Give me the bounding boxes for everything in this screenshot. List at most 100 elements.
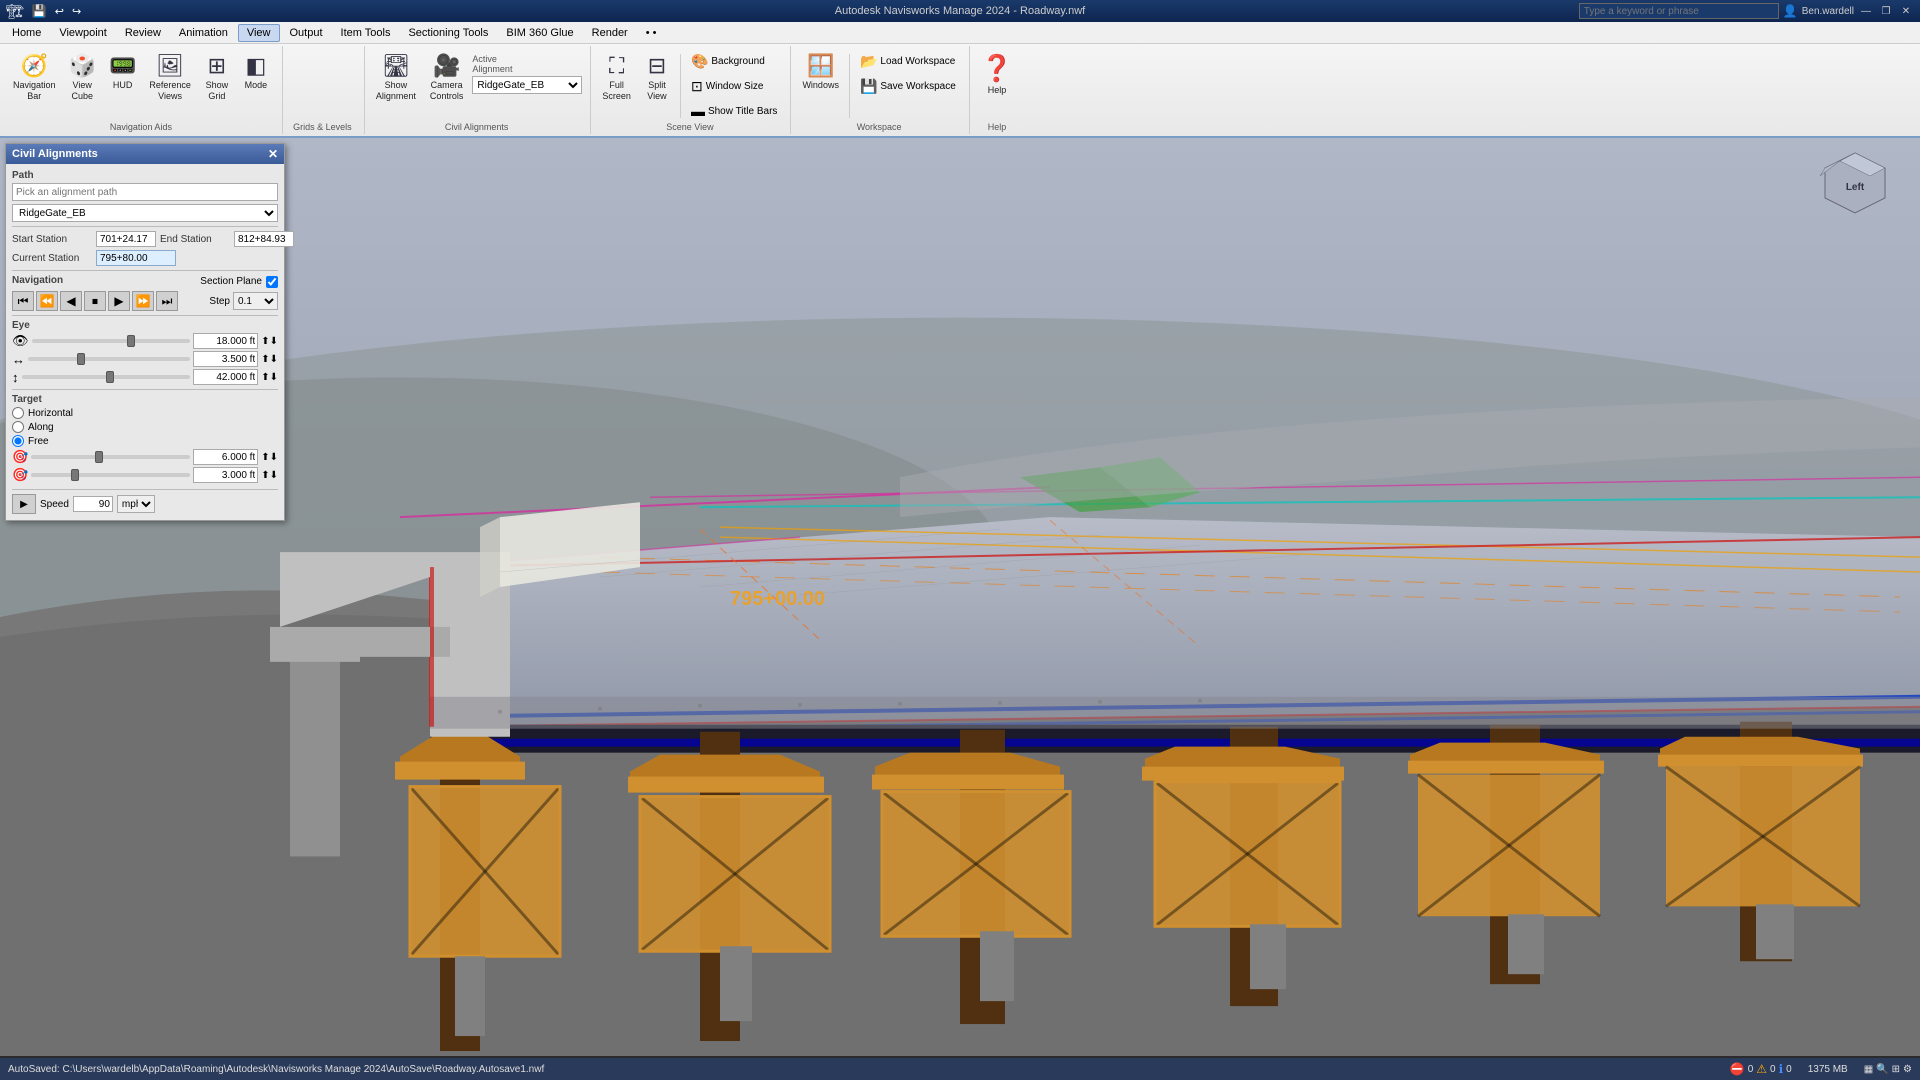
eye-value-3[interactable] bbox=[193, 369, 258, 385]
save-workspace-button[interactable]: 💾 Save Workspace bbox=[855, 75, 961, 98]
step-row: Step 0.1 0.5 1.0 bbox=[209, 292, 278, 310]
split-view-button[interactable]: ⊟ SplitView bbox=[639, 50, 675, 105]
menu-item-view[interactable]: View bbox=[238, 24, 280, 42]
reference-views-label: ReferenceViews bbox=[149, 80, 191, 102]
target-along-radio[interactable] bbox=[12, 421, 24, 433]
end-station-label: End Station bbox=[160, 234, 230, 245]
nav-first-btn[interactable]: ⏮ bbox=[12, 291, 34, 311]
eye-value-1[interactable] bbox=[193, 333, 258, 349]
settings-icon[interactable]: ⚙ bbox=[1903, 1064, 1912, 1075]
target-horizontal-radio[interactable] bbox=[12, 407, 24, 419]
speed-unit-select[interactable]: mph kph bbox=[117, 495, 155, 513]
menu-item-home[interactable]: Home bbox=[4, 25, 49, 41]
layer-icon[interactable]: ⊞ bbox=[1892, 1064, 1900, 1075]
nav-next-fast-btn[interactable]: ⏩ bbox=[132, 291, 154, 311]
ribbon-group-workspace: 🪟 Windows 📂 Load Workspace 💾 Save Worksp… bbox=[793, 46, 969, 134]
ribbon-content: 🧭 NavigationBar 🎲 ViewCube 📟 HUD 🖼 Refer… bbox=[0, 44, 1920, 136]
nav-prev-btn[interactable]: ◀ bbox=[60, 291, 82, 311]
menu-item-extra[interactable]: • • bbox=[638, 25, 665, 41]
eye-slider-1[interactable] bbox=[32, 339, 191, 343]
current-station-input[interactable] bbox=[96, 250, 176, 266]
split-view-icon: ⊟ bbox=[648, 53, 666, 79]
path-label: Path bbox=[12, 170, 278, 181]
eye-value-2[interactable] bbox=[193, 351, 258, 367]
step-select[interactable]: 0.1 0.5 1.0 bbox=[233, 292, 278, 310]
reference-views-button[interactable]: 🖼 ReferenceViews bbox=[144, 50, 196, 105]
restore-btn[interactable]: ❐ bbox=[1878, 4, 1894, 18]
viewcube[interactable]: Left bbox=[1820, 148, 1890, 218]
eye-slider-2[interactable] bbox=[28, 357, 190, 361]
eye-updown-1[interactable]: ⬆⬇ bbox=[261, 336, 278, 347]
view-cube-button[interactable]: 🎲 ViewCube bbox=[64, 50, 101, 105]
quick-access-redo[interactable]: ↪ bbox=[72, 5, 81, 18]
close-btn[interactable]: ✕ bbox=[1898, 4, 1914, 18]
hud-button[interactable]: 📟 HUD bbox=[104, 50, 141, 94]
show-grid-button[interactable]: ⊞ ShowGrid bbox=[199, 50, 235, 105]
ribbon-group-navigation-aids: 🧭 NavigationBar 🎲 ViewCube 📟 HUD 🖼 Refer… bbox=[4, 46, 283, 134]
path-placeholder-input[interactable] bbox=[12, 183, 278, 201]
show-title-bars-button[interactable]: ▬ Show Title Bars bbox=[686, 100, 782, 122]
end-station-input[interactable] bbox=[234, 231, 294, 247]
camera-controls-button[interactable]: 🎥 CameraControls bbox=[425, 50, 469, 105]
mode-button[interactable]: ◧ Mode bbox=[238, 50, 274, 94]
target-updown-2[interactable]: ⬆⬇ bbox=[261, 470, 278, 481]
scene-view-separator bbox=[680, 54, 681, 118]
viewport[interactable]: 795+00.00 bbox=[0, 138, 1920, 1056]
target-updown-1[interactable]: ⬆⬇ bbox=[261, 452, 278, 463]
grid-icon[interactable]: ▦ bbox=[1864, 1064, 1873, 1075]
show-title-bars-icon: ▬ bbox=[691, 103, 705, 119]
windows-button[interactable]: 🪟 Windows bbox=[797, 50, 844, 94]
menu-item-output[interactable]: Output bbox=[282, 25, 331, 41]
divider1 bbox=[12, 226, 278, 227]
nav-last-btn[interactable]: ⏭ bbox=[156, 291, 178, 311]
nav-stop-btn[interactable]: ⏹ bbox=[84, 291, 106, 311]
active-alignment-select[interactable]: RidgeGate_EB bbox=[472, 76, 582, 94]
minimize-btn[interactable]: — bbox=[1858, 4, 1874, 18]
camera-controls-label: CameraControls bbox=[430, 80, 464, 102]
background-button[interactable]: 🎨 Background bbox=[686, 50, 782, 73]
eye-updown-3[interactable]: ⬆⬇ bbox=[261, 372, 278, 383]
search-area[interactable] bbox=[1579, 3, 1779, 19]
show-alignment-button[interactable]: 🛣 ShowAlignment bbox=[371, 50, 421, 105]
target-value-2[interactable] bbox=[193, 467, 258, 483]
menu-item-item-tools[interactable]: Item Tools bbox=[333, 25, 399, 41]
eye-updown-2[interactable]: ⬆⬇ bbox=[261, 354, 278, 365]
target-slider-1[interactable] bbox=[31, 455, 190, 459]
quick-access-save[interactable]: 💾 bbox=[32, 4, 47, 18]
help-button[interactable]: ❓ Help bbox=[976, 50, 1018, 99]
target-icon-2: 🎯 bbox=[12, 467, 28, 483]
navigation-header-row: Navigation Section Plane bbox=[12, 275, 278, 288]
civil-panel-close-btn[interactable]: ✕ bbox=[268, 147, 278, 161]
section-plane-checkbox[interactable] bbox=[266, 276, 278, 288]
load-workspace-button[interactable]: 📂 Load Workspace bbox=[855, 50, 961, 73]
menu-item-sectioning-tools[interactable]: Sectioning Tools bbox=[400, 25, 496, 41]
start-station-input[interactable] bbox=[96, 231, 156, 247]
ribbon-group-scene-view: ⛶ FullScreen ⊟ SplitView 🎨 Background ⊡ … bbox=[593, 46, 791, 134]
divider3 bbox=[12, 315, 278, 316]
show-alignment-label: ShowAlignment bbox=[376, 80, 416, 102]
play-speed-btn[interactable]: ▶ bbox=[12, 494, 36, 514]
target-value-1[interactable] bbox=[193, 449, 258, 465]
menu-item-viewpoint[interactable]: Viewpoint bbox=[51, 25, 115, 41]
target-slider-2[interactable] bbox=[31, 473, 190, 477]
menu-item-render[interactable]: Render bbox=[584, 25, 636, 41]
full-screen-button[interactable]: ⛶ FullScreen bbox=[597, 50, 636, 105]
eye-slider-3[interactable] bbox=[22, 375, 191, 379]
nav-play-btn[interactable]: ▶ bbox=[108, 291, 130, 311]
target-along-row: Along bbox=[12, 421, 278, 433]
menu-item-animation[interactable]: Animation bbox=[171, 25, 236, 41]
target-free-radio[interactable] bbox=[12, 435, 24, 447]
window-size-button[interactable]: ⊡ Window Size bbox=[686, 75, 782, 98]
speed-value-input[interactable] bbox=[73, 496, 113, 512]
navigation-bar-button[interactable]: 🧭 NavigationBar bbox=[8, 50, 61, 105]
eye-label: Eye bbox=[12, 320, 278, 331]
menu-item-review[interactable]: Review bbox=[117, 25, 169, 41]
menu-item-bim360[interactable]: BIM 360 Glue bbox=[498, 25, 581, 41]
path-select[interactable]: RidgeGate_EB bbox=[12, 204, 278, 222]
magnify-icon[interactable]: 🔍 bbox=[1876, 1064, 1888, 1075]
target-row-1: 🎯 ⬆⬇ bbox=[12, 449, 278, 465]
nav-prev-fast-btn[interactable]: ⏪ bbox=[36, 291, 58, 311]
quick-access-undo[interactable]: ↩ bbox=[55, 5, 64, 18]
keyword-search[interactable] bbox=[1579, 3, 1779, 19]
scene-svg: 795+00.00 bbox=[0, 138, 1920, 1056]
